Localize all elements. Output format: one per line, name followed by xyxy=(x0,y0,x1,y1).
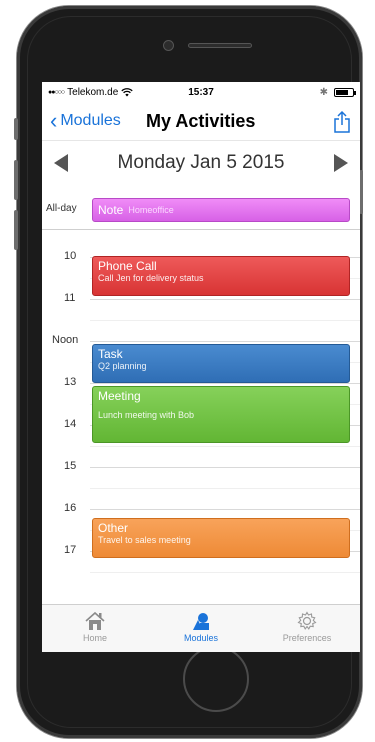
event-other[interactable]: Other Travel to sales meeting xyxy=(92,518,350,558)
previous-day-icon[interactable] xyxy=(54,153,68,172)
screen: ●●○○○ Telekom.de 15:37 ✱ ‹ Modules My Ac… xyxy=(42,82,360,652)
hour-line xyxy=(90,299,360,300)
event-meeting[interactable]: Meeting Lunch meeting with Bob xyxy=(92,386,350,443)
page-title: My Activities xyxy=(146,110,256,131)
back-button-label: Modules xyxy=(60,112,121,129)
home-icon xyxy=(85,611,105,630)
event-subtitle: Q2 planning xyxy=(98,361,147,371)
all-day-event-note[interactable]: Note Homeoffice xyxy=(92,198,350,222)
hour-label: 17 xyxy=(64,544,77,556)
event-subtitle: Homeoffice xyxy=(128,205,174,215)
volume-down-button xyxy=(14,210,18,250)
event-title: Other xyxy=(98,521,129,535)
battery-icon xyxy=(334,87,356,97)
tab-preferences[interactable]: Preferences xyxy=(254,605,360,652)
date-navigator: Monday Jan 5 2015 xyxy=(42,140,360,184)
hour-label: 15 xyxy=(64,460,77,472)
front-camera xyxy=(163,40,174,51)
navigation-bar: ‹ Modules My Activities xyxy=(42,104,360,138)
event-title: Task xyxy=(98,347,123,361)
half-hour-line xyxy=(90,320,360,321)
half-hour-line xyxy=(90,572,360,573)
tab-label: Preferences xyxy=(282,633,332,643)
event-phone-call[interactable]: Phone Call Call Jen for delivery status xyxy=(92,256,350,296)
event-title: Note xyxy=(98,203,124,217)
event-task[interactable]: Task Q2 planning xyxy=(92,344,350,383)
share-icon[interactable] xyxy=(332,110,352,134)
tab-modules[interactable]: Modules xyxy=(148,605,254,652)
modules-icon xyxy=(193,613,209,630)
home-button[interactable] xyxy=(183,646,249,712)
hour-label: 10 xyxy=(64,250,77,262)
next-day-icon[interactable] xyxy=(334,153,348,172)
hour-label: 13 xyxy=(64,376,77,388)
hour-label: 16 xyxy=(64,502,77,514)
event-subtitle: Call Jen for delivery status xyxy=(98,273,204,283)
all-day-row: All-day Note Homeoffice xyxy=(42,192,360,230)
back-button[interactable]: ‹ Modules xyxy=(50,110,121,132)
carrier-name: Telekom.de xyxy=(67,86,119,98)
status-bar: ●●○○○ Telekom.de 15:37 ✱ xyxy=(42,82,360,102)
chevron-left-icon: ‹ xyxy=(50,108,58,133)
all-day-label: All-day xyxy=(46,203,77,214)
signal-strength-icon: ●●○○○ xyxy=(48,88,65,96)
event-subtitle: Lunch meeting with Bob xyxy=(98,410,195,420)
hour-label: 14 xyxy=(64,418,77,430)
current-date: Monday Jan 5 2015 xyxy=(117,151,285,173)
earpiece-speaker xyxy=(188,43,252,48)
half-hour-line xyxy=(90,446,360,447)
volume-up-button xyxy=(14,160,18,200)
half-hour-line xyxy=(90,488,360,489)
tab-home[interactable]: Home xyxy=(42,605,148,652)
hour-line xyxy=(90,341,360,342)
event-subtitle: Travel to sales meeting xyxy=(98,535,191,545)
event-title: Phone Call xyxy=(98,259,157,273)
hour-line xyxy=(90,509,360,510)
day-timeline: 10 11 Noon 13 14 15 16 17 Phone Call Cal… xyxy=(42,230,360,600)
gear-icon xyxy=(297,611,317,630)
bluetooth-icon: ✱ xyxy=(319,86,328,98)
tab-label: Home xyxy=(82,633,107,643)
mute-switch xyxy=(14,118,18,140)
wifi-icon xyxy=(121,87,133,96)
hour-line xyxy=(90,467,360,468)
event-title: Meeting xyxy=(98,389,141,403)
hour-label: 11 xyxy=(64,292,76,304)
hour-line xyxy=(90,383,360,384)
tab-label: Modules xyxy=(183,633,219,643)
tab-bar: Home Modules Preferences xyxy=(42,604,360,652)
hour-label: Noon xyxy=(52,334,79,346)
